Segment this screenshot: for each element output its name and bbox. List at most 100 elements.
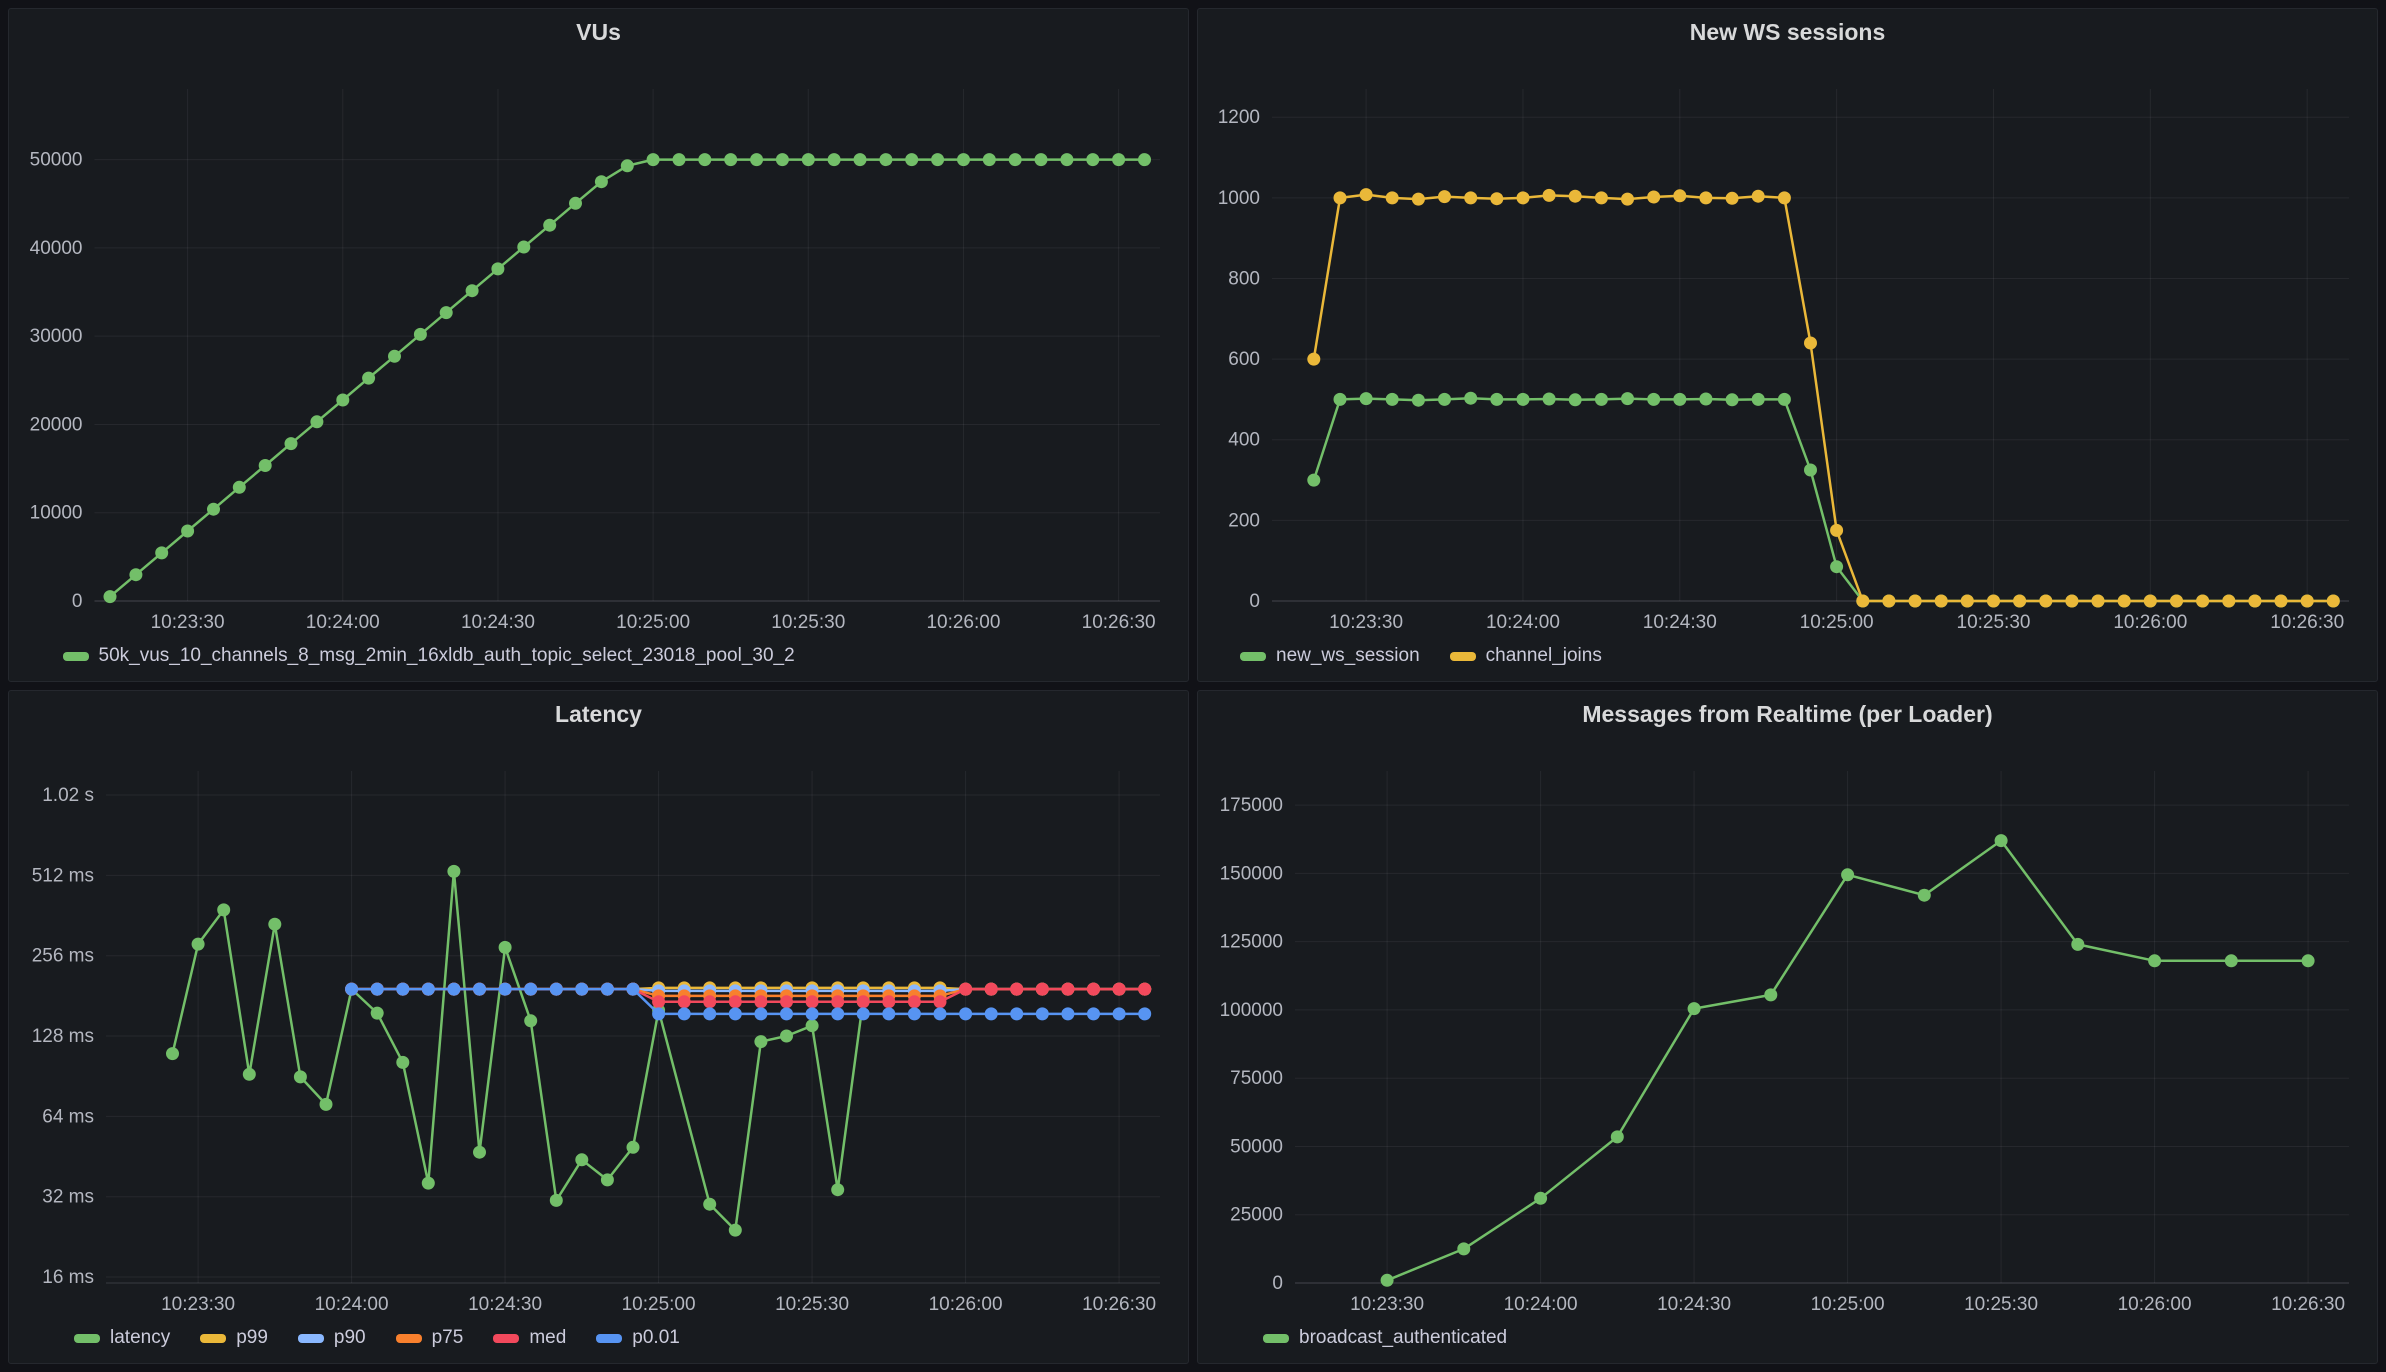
svg-text:30000: 30000 — [30, 326, 83, 347]
legend-label: med — [529, 1327, 567, 1348]
axis-tick-labels: 0 200 400 600 800 1000 1200 10:23:30 10:24:00 10:… — [1218, 107, 2344, 633]
svg-text:10:24:30: 10:24:30 — [1643, 612, 1717, 633]
svg-text:75000: 75000 — [1230, 1068, 1283, 1089]
panel-title-latency[interactable]: Latency — [19, 697, 1178, 731]
panel-messages-from-realtime: Messages from Realtime (per Loader) 0 250… — [1197, 690, 2378, 1364]
legend-item-med[interactable]: med — [493, 1327, 566, 1349]
svg-text:10:25:00: 10:25:00 — [622, 1294, 696, 1315]
svg-text:10:24:00: 10:24:00 — [1504, 1294, 1578, 1315]
panel-title-vus[interactable]: VUs — [19, 15, 1178, 49]
legend-swatch-icon — [1449, 651, 1476, 661]
legend-label: p90 — [333, 1327, 366, 1348]
svg-text:400: 400 — [1228, 430, 1260, 451]
panel-vus: VUs 0 10000 20000 30000 40000 50000 10:23:30 10… — [8, 8, 1189, 682]
legend-label: channel_joins — [1485, 645, 1602, 666]
grid — [106, 771, 1160, 1283]
svg-text:10:24:30: 10:24:30 — [1657, 1294, 1731, 1315]
legend-swatch-icon — [493, 1333, 520, 1343]
svg-text:10:24:30: 10:24:30 — [461, 612, 535, 633]
svg-text:1200: 1200 — [1218, 107, 1260, 128]
legend-label: latency — [110, 1327, 171, 1348]
chart-area-vus[interactable]: 0 10000 20000 30000 40000 50000 10:23:30 10:24:… — [19, 49, 1178, 637]
svg-text:125000: 125000 — [1220, 932, 1283, 953]
svg-text:10:25:30: 10:25:30 — [775, 1294, 849, 1315]
svg-text:256 ms: 256 ms — [32, 946, 94, 967]
legend-label: p0.01 — [632, 1327, 680, 1348]
legend-item-new_ws_session[interactable]: new_ws_session — [1240, 645, 1420, 667]
svg-text:800: 800 — [1228, 268, 1260, 289]
chart-area-new-ws-sessions[interactable]: 0 200 400 600 800 1000 1200 10:23:30 10:24:00 10:… — [1208, 49, 2367, 637]
svg-text:40000: 40000 — [30, 238, 83, 259]
svg-text:10:26:00: 10:26:00 — [2118, 1294, 2192, 1315]
svg-text:512 ms: 512 ms — [32, 865, 94, 886]
svg-text:10:23:30: 10:23:30 — [151, 612, 225, 633]
chart-canvas-3[interactable]: 0 25000 50000 75000 100000 125000 150000 175000… — [1208, 731, 2367, 1319]
legend-item-p0.01[interactable]: p0.01 — [596, 1327, 680, 1349]
svg-text:175000: 175000 — [1220, 795, 1283, 816]
legend-swatch-icon — [395, 1333, 422, 1343]
series-50k_vus_10_channels_8_msg_2min_16xldb_auth_topic_select_23018_pool_30_2 — [103, 153, 1151, 604]
legend-item-50k_vus_10_channels_8_msg_2min_16xldb_auth_topic_select_23018_pool_30_2[interactable]: 50k_vus_10_channels_8_msg_2min_16xldb_au… — [62, 645, 795, 667]
svg-text:10:26:00: 10:26:00 — [929, 1294, 1003, 1315]
svg-text:200: 200 — [1228, 510, 1260, 531]
legend-swatch-icon — [297, 1333, 324, 1343]
svg-text:50000: 50000 — [30, 150, 83, 171]
svg-text:0: 0 — [1249, 591, 1260, 612]
svg-text:10:26:30: 10:26:30 — [1082, 612, 1156, 633]
legend-item-p75[interactable]: p75 — [395, 1327, 464, 1349]
svg-text:32 ms: 32 ms — [42, 1187, 94, 1208]
svg-text:10:26:00: 10:26:00 — [926, 612, 1000, 633]
svg-text:10:26:30: 10:26:30 — [1082, 1294, 1156, 1315]
panel-latency: Latency 16 ms 32 ms 64 ms 128 ms 256 ms 512 m… — [8, 690, 1189, 1364]
svg-text:1.02 s: 1.02 s — [42, 785, 94, 806]
svg-text:10:24:00: 10:24:00 — [1486, 612, 1560, 633]
chart-canvas-0[interactable]: 0 10000 20000 30000 40000 50000 10:23:30 10:24:… — [19, 49, 1178, 637]
chart-area-messages-from-realtime[interactable]: 0 25000 50000 75000 100000 125000 150000 175000… — [1208, 731, 2367, 1319]
svg-text:16 ms: 16 ms — [42, 1267, 94, 1288]
legend-item-channel_joins[interactable]: channel_joins — [1449, 645, 1602, 667]
legend-label: new_ws_session — [1276, 645, 1420, 666]
svg-text:10:24:00: 10:24:00 — [315, 1294, 389, 1315]
svg-text:10:25:30: 10:25:30 — [1964, 1294, 2038, 1315]
svg-text:0: 0 — [72, 591, 83, 612]
legend-label: p99 — [236, 1327, 268, 1348]
axis-tick-labels: 16 ms 32 ms 64 ms 128 ms 256 ms 512 ms 1.02 s 1… — [32, 785, 1156, 1315]
svg-text:128 ms: 128 ms — [32, 1026, 94, 1047]
legend-label: p75 — [431, 1327, 464, 1348]
svg-text:25000: 25000 — [1230, 1205, 1283, 1226]
svg-text:600: 600 — [1228, 349, 1260, 370]
legend-item-p99[interactable]: p99 — [200, 1327, 268, 1349]
grafana-dashboard: VUs 0 10000 20000 30000 40000 50000 10:23:30 10… — [0, 0, 2386, 1372]
svg-text:10:23:30: 10:23:30 — [161, 1294, 235, 1315]
legend-item-p90[interactable]: p90 — [297, 1327, 366, 1349]
svg-text:10:25:00: 10:25:00 — [1811, 1294, 1885, 1315]
legend-vus: 50k_vus_10_channels_8_msg_2min_16xldb_au… — [19, 637, 1178, 675]
svg-text:20000: 20000 — [30, 414, 83, 435]
svg-text:10:24:00: 10:24:00 — [306, 612, 380, 633]
svg-text:64 ms: 64 ms — [42, 1106, 94, 1127]
legend-swatch-icon — [1240, 651, 1266, 661]
legend-swatch-icon — [62, 651, 89, 661]
legend-latency: latency p99 p90 p75 med p0.01 — [19, 1319, 1178, 1357]
panel-title-messages-from-realtime[interactable]: Messages from Realtime (per Loader) — [1208, 697, 2367, 731]
series-new_ws_session — [1307, 391, 2340, 608]
legend-messages-from-realtime: broadcast_authenticated — [1208, 1319, 2367, 1357]
legend-swatch-icon — [74, 1333, 100, 1343]
chart-canvas-1[interactable]: 0 200 400 600 800 1000 1200 10:23:30 10:24:00 10:… — [1208, 49, 2367, 637]
svg-text:10:26:30: 10:26:30 — [2270, 612, 2344, 633]
legend-item-broadcast_authenticated[interactable]: broadcast_authenticated — [1263, 1327, 1507, 1349]
chart-canvas-2[interactable]: 16 ms 32 ms 64 ms 128 ms 256 ms 512 ms 1.02 s 1… — [19, 731, 1178, 1319]
legend-label: broadcast_authenticated — [1299, 1327, 1508, 1348]
grid — [1295, 771, 2349, 1284]
chart-area-latency[interactable]: 16 ms 32 ms 64 ms 128 ms 256 ms 512 ms 1.02 s 1… — [19, 731, 1178, 1319]
svg-text:10000: 10000 — [30, 503, 83, 524]
series-latency — [166, 864, 870, 1237]
axis-tick-labels: 0 10000 20000 30000 40000 50000 10:23:30 10:24:… — [30, 150, 1156, 633]
legend-swatch-icon — [1263, 1333, 1289, 1343]
svg-text:10:26:00: 10:26:00 — [2113, 612, 2187, 633]
legend-new-ws-sessions: new_ws_session channel_joins — [1208, 637, 2367, 675]
panel-title-new-ws-sessions[interactable]: New WS sessions — [1208, 15, 2367, 49]
svg-text:10:23:30: 10:23:30 — [1350, 1294, 1424, 1315]
legend-item-latency[interactable]: latency — [74, 1327, 170, 1349]
svg-text:10:25:00: 10:25:00 — [616, 612, 690, 633]
